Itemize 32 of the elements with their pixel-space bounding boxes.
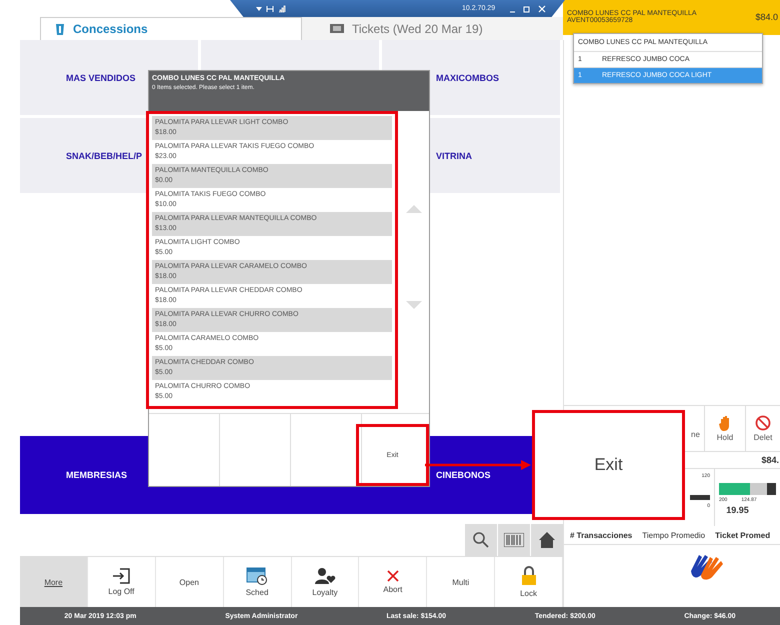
home-button[interactable] bbox=[531, 524, 563, 556]
close-icon bbox=[386, 570, 399, 582]
callout-exit-label: Exit bbox=[532, 410, 685, 520]
hand-icon bbox=[719, 415, 731, 431]
action-button[interactable]: Hold bbox=[704, 406, 745, 451]
tab[interactable]: Tickets (Wed 20 Mar 19) bbox=[302, 17, 563, 40]
barcode-icon bbox=[504, 533, 524, 548]
gauge-bar bbox=[690, 494, 710, 500]
stat-label: Ticket Promed bbox=[715, 530, 770, 540]
action-button[interactable]: Delet bbox=[745, 406, 780, 451]
user-heart-icon bbox=[314, 567, 336, 586]
stat-label: Tiempo Promedio bbox=[642, 530, 706, 540]
gauge-bar bbox=[719, 483, 776, 495]
toolbar-button[interactable]: Sched bbox=[224, 557, 292, 607]
search-icon bbox=[472, 531, 490, 550]
action-button[interactable]: ne bbox=[687, 406, 704, 451]
search-button[interactable] bbox=[465, 524, 497, 556]
order-amount: $84.0 bbox=[755, 12, 778, 24]
calendar-clock-icon bbox=[246, 567, 268, 586]
toolbar-button[interactable]: More bbox=[20, 557, 88, 607]
tab[interactable]: Concessions bbox=[40, 17, 302, 40]
home-icon bbox=[538, 531, 556, 550]
stat-label: # Transacciones bbox=[570, 530, 632, 540]
exit-arrow-icon bbox=[112, 568, 130, 584]
lock-icon bbox=[520, 566, 537, 586]
ticket-icon bbox=[330, 23, 344, 34]
prohibit-icon bbox=[755, 415, 771, 431]
gauge-value: 19.95 bbox=[726, 505, 749, 515]
barcode-button[interactable] bbox=[498, 524, 530, 556]
toolbar-button[interactable]: Loyalty bbox=[292, 557, 360, 607]
cup-icon bbox=[55, 22, 65, 36]
order-total: $84. bbox=[761, 455, 779, 465]
